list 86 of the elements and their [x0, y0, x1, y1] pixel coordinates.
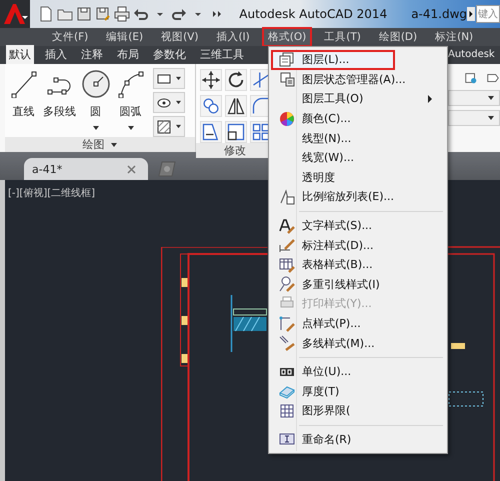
menu-bar-item[interactable]: 插入(I): [210, 27, 256, 47]
split-button[interactable]: [153, 116, 185, 137]
ribbon-tab[interactable]: 插入: [42, 45, 70, 64]
document-tab[interactable]: a-41*: [24, 158, 148, 180]
point-style-icon: [278, 316, 294, 332]
split-button[interactable]: [153, 68, 185, 89]
menu-bar-item[interactable]: 编辑(E): [100, 27, 150, 47]
menu-item[interactable]: 图形界限(: [271, 401, 445, 421]
expand-icon[interactable]: [467, 7, 475, 21]
dimension-style-icon: [278, 237, 294, 254]
color-wheel-icon: [278, 110, 294, 127]
ribbon-tab[interactable]: 注释: [78, 45, 106, 64]
menu-bar-item[interactable]: 标注(N): [429, 27, 480, 47]
menu-item[interactable]: 单位(U)...: [271, 362, 445, 382]
ribbon-tab[interactable]: 布局: [114, 45, 142, 64]
window-title: Autodesk AutoCAD 2014: [239, 7, 388, 21]
menu-bar-item[interactable]: 文件(F): [46, 27, 94, 47]
save-as-icon[interactable]: [95, 6, 112, 22]
menu-item[interactable]: 图层工具(O): [271, 89, 445, 109]
scale-icon[interactable]: [225, 121, 247, 143]
ribbon-tool-button[interactable]: 多段线: [42, 68, 77, 137]
menu-item[interactable]: 标注样式(D)...: [271, 235, 445, 255]
menu-bar-item[interactable]: 格式(O): [262, 27, 312, 47]
menu-item[interactable]: 图层状态管理器(A)...: [271, 70, 445, 90]
grid-limits-icon: [278, 402, 294, 419]
menu-bar-item[interactable]: 工具(T): [318, 27, 367, 47]
panel-title[interactable]: 绘图: [82, 137, 104, 152]
menu-item[interactable]: 文字样式(S)...: [271, 216, 445, 236]
multiline-style-icon: [278, 335, 294, 352]
rename-icon: [278, 431, 294, 448]
menu-bar-item[interactable]: 视图(V): [155, 27, 204, 47]
menu-bar-item[interactable]: 绘图(D): [372, 27, 424, 47]
new-file-icon[interactable]: [38, 6, 54, 22]
scale-list-icon: [278, 188, 294, 205]
hatch-icon: [156, 118, 172, 134]
menu-item[interactable]: 线型(N)...: [271, 128, 445, 148]
layer-settings-icon[interactable]: [464, 70, 478, 86]
menu-item[interactable]: 线宽(W)...: [271, 148, 445, 168]
search-field[interactable]: 键入: [476, 5, 500, 23]
save-icon[interactable]: [76, 6, 92, 22]
caret-icon: [175, 76, 182, 81]
stretch-icon[interactable]: [200, 121, 222, 143]
leader-style-icon: [278, 276, 294, 292]
layer-dropdown[interactable]: [448, 110, 500, 126]
caret-icon: [487, 95, 495, 101]
text-style-icon: [278, 218, 294, 234]
menu-item[interactable]: 图层(L)...: [271, 50, 395, 70]
menu-item[interactable]: 厚度(T): [271, 382, 445, 402]
menu-item[interactable]: 多重引线样式(I): [271, 274, 445, 294]
ribbon-tab[interactable]: 参数化: [150, 45, 189, 64]
logo-icon: [2, 3, 28, 25]
menu-item[interactable]: 重命名(R): [271, 430, 445, 450]
caret-icon[interactable]: [110, 142, 118, 148]
document-tab-label: a-41*: [32, 162, 62, 176]
new-tab-icon[interactable]: [156, 161, 178, 177]
ribbon-tab[interactable]: 默认: [6, 45, 34, 64]
circle-icon: [82, 70, 110, 98]
menu-item[interactable]: 透明度: [271, 168, 445, 188]
close-icon[interactable]: [127, 164, 136, 174]
ribbon-tool-button[interactable]: 圆: [79, 68, 112, 137]
menu-item[interactable]: 点样式(P)...: [271, 314, 445, 334]
arc-icon: [116, 70, 144, 98]
caret-icon: [487, 115, 495, 121]
caret-icon: [175, 124, 182, 129]
rotate-icon[interactable]: [225, 69, 247, 91]
move-icon[interactable]: [200, 69, 222, 91]
menu-item[interactable]: 颜色(C)...: [271, 108, 445, 128]
ribbon-tool-button[interactable]: 圆弧: [114, 68, 147, 137]
file-name: a-41.dwg: [411, 7, 468, 21]
viewport-label: [-][俯视][二维线框]: [8, 186, 96, 200]
caret-icon: [175, 100, 182, 105]
split-button[interactable]: [153, 92, 185, 113]
menu-item[interactable]: 表格样式(B)...: [271, 254, 445, 275]
application-menu-button[interactable]: [0, 0, 30, 28]
menu-item[interactable]: 比例缩放列表(E)...: [271, 187, 445, 207]
ribbon-tool-button[interactable]: 直线: [7, 68, 40, 137]
menu-item[interactable]: 多线样式(M)...: [271, 333, 445, 353]
mirror-icon[interactable]: [225, 95, 247, 117]
line-icon: [10, 70, 38, 98]
layers-icon: [278, 52, 294, 68]
ribbon-tab[interactable]: 三维工具: [197, 45, 247, 64]
print-icon[interactable]: [114, 6, 130, 22]
redo-icon[interactable]: [171, 6, 188, 22]
copy-icon[interactable]: [200, 95, 222, 117]
brand-label: Autodesk: [448, 49, 495, 60]
table-style-icon: [278, 256, 294, 273]
